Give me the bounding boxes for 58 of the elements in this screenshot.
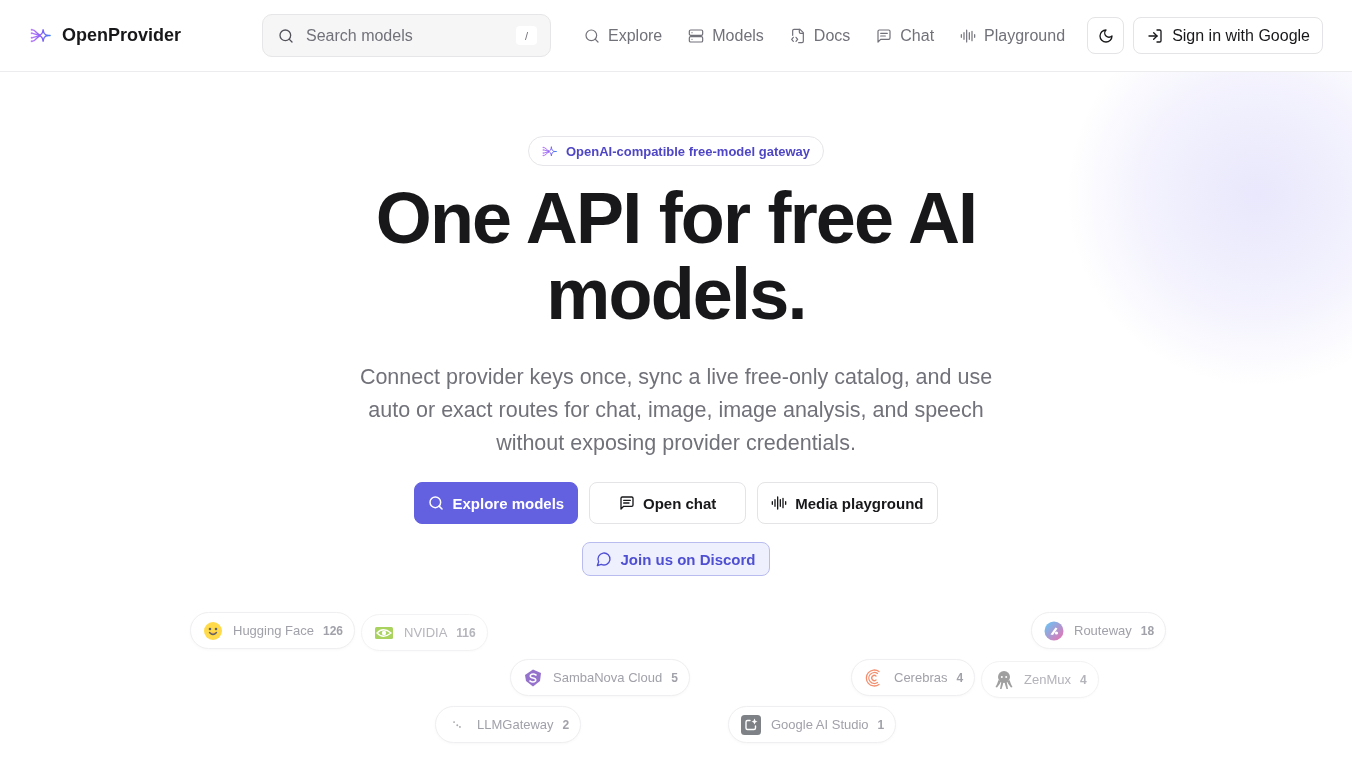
provider-name: Cerebras: [894, 670, 948, 685]
provider-name: Google AI Studio: [771, 717, 869, 732]
waveform-icon: [960, 27, 977, 44]
provider-chip[interactable]: Cerebras 4: [851, 659, 976, 696]
provider-chip[interactable]: Routeway 18: [1031, 612, 1167, 649]
shortcut-key: /: [516, 26, 537, 45]
brand-name[interactable]: OpenProvider: [62, 25, 182, 46]
hero-title: One API for free AI models.: [374, 180, 978, 332]
search-field[interactable]: Search models /: [262, 14, 551, 57]
provider-name: LLMGateway: [477, 717, 554, 732]
search-icon: [428, 495, 445, 511]
message-icon: [876, 27, 893, 44]
model-count: 5: [671, 670, 678, 685]
code-file-icon: [789, 27, 806, 44]
model-count: 116: [456, 625, 476, 640]
sparkle-square-icon: [741, 714, 761, 735]
sign-in-button[interactable]: Sign in with Google: [1133, 17, 1323, 54]
model-count: 18: [1140, 623, 1155, 638]
model-count: 4: [956, 670, 964, 685]
dots-icon: [453, 721, 461, 728]
action-button[interactable]: Explore models: [414, 482, 579, 524]
model-count: 126: [322, 623, 343, 638]
search-icon: [278, 27, 294, 44]
server-icon: [688, 27, 705, 44]
nav-link[interactable]: Explore: [584, 26, 663, 45]
model-count: 1: [877, 717, 885, 732]
waveform-icon: [771, 495, 788, 511]
provider-name: Hugging Face: [233, 623, 314, 638]
provider-name: SambaNova Cloud: [553, 670, 663, 685]
nav-link[interactable]: Chat: [876, 26, 935, 45]
search-icon: [584, 27, 600, 44]
nav-link[interactable]: Models: [688, 26, 764, 45]
shield-logo-icon: [523, 667, 543, 688]
chat-bubble-icon: [596, 551, 613, 567]
badge-text: OpenAI-compatible free-model gateway: [565, 143, 811, 159]
moon-icon: [1097, 27, 1114, 44]
provider-name: Routeway: [1074, 623, 1132, 638]
nav-link[interactable]: Docs: [789, 26, 851, 45]
action-button[interactable]: Media playground: [757, 482, 938, 524]
circle-logo-icon: [1044, 620, 1064, 641]
model-count: 4: [1079, 672, 1087, 687]
provider-chip[interactable]: Google AI Studio 1: [728, 706, 897, 743]
nav-link[interactable]: Playground: [960, 26, 1066, 45]
discord-button[interactable]: Join us on Discord: [582, 542, 770, 576]
provider-chip[interactable]: LLMGateway 2: [435, 706, 582, 743]
login-icon: [1147, 27, 1164, 44]
smiley-face-icon: [203, 620, 223, 641]
model-count: 2: [562, 717, 570, 732]
octopus-icon: [994, 669, 1014, 690]
message-icon: [619, 495, 635, 511]
provider-chip[interactable]: SambaNova Cloud 5: [510, 659, 690, 696]
provider-name: NVIDIA: [404, 625, 448, 640]
theme-toggle-button[interactable]: [1087, 17, 1125, 54]
provider-chip[interactable]: Hugging Face 126: [190, 612, 355, 649]
action-button[interactable]: Open chat: [589, 482, 747, 524]
provider-name: ZenMux: [1024, 672, 1071, 687]
hero-subtitle: Connect provider keys once, sync a live free-only catalog, and use auto or exact routes for chat, image, image analysis, and speech without exposing provider credentials.: [358, 364, 994, 457]
search-input[interactable]: Search models: [306, 26, 504, 45]
